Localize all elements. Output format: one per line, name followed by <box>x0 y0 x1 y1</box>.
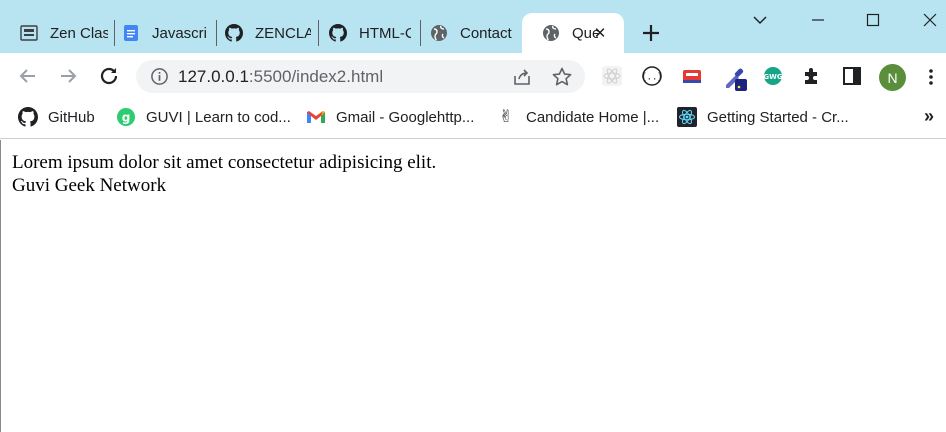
tab-title: ZENCLA <box>255 24 311 42</box>
bookmark-label: GitHub <box>48 108 95 126</box>
github-icon <box>225 24 243 42</box>
globe-icon <box>542 24 560 42</box>
share-icon[interactable] <box>511 66 533 88</box>
url-text[interactable]: 127.0.0.1:5500/index2.html <box>178 67 383 87</box>
bookmark-github[interactable]: GitHub <box>18 106 95 128</box>
new-tab-button[interactable] <box>638 20 664 46</box>
geekswithguvi-extension-icon[interactable]: GWG <box>762 65 784 87</box>
lorem-text: Lorem ipsum dolor sit amet consectetur a… <box>12 152 437 173</box>
maximize-icon <box>866 13 880 27</box>
svg-text:g: g <box>122 111 131 125</box>
side-panel-icon[interactable] <box>841 65 863 87</box>
reload-button[interactable] <box>96 63 122 89</box>
bookmark-label: Getting Started - Cr... <box>707 108 849 126</box>
plus-icon <box>643 25 659 41</box>
svg-text:GWG: GWG <box>763 73 782 81</box>
tab-title: Javascrip <box>152 24 208 42</box>
color-picker-extension-icon[interactable] <box>722 65 747 91</box>
arrow-right-icon <box>61 69 77 83</box>
guvi-icon: g <box>116 107 136 127</box>
close-tab-button[interactable]: ✕ <box>590 23 610 43</box>
tab-title: Contact <box>460 24 512 42</box>
info-icon[interactable] <box>150 67 169 86</box>
bookmark-label: GUVI | Learn to cod... <box>146 108 291 126</box>
menu-kebab-icon[interactable] <box>924 67 938 87</box>
github-icon <box>18 107 38 127</box>
tab-search-button[interactable] <box>748 8 772 32</box>
bookmark-candidate-home[interactable]: ✌ Candidate Home |... <box>496 106 659 128</box>
chevron-down-icon <box>753 16 767 25</box>
gmail-icon <box>306 107 326 127</box>
back-button[interactable] <box>15 63 41 89</box>
arrow-left-icon <box>19 69 35 83</box>
bookmarks-bar: GitHub g GUVI | Learn to cod... Gmail - … <box>0 99 946 139</box>
url-path: :5500/index2.html <box>248 67 384 86</box>
browser-toolbar: 127.0.0.1:5500/index2.html {..} GWG N <box>0 53 946 99</box>
extensions-puzzle-icon[interactable] <box>801 65 823 87</box>
close-window-button[interactable] <box>918 8 942 32</box>
page-viewport: Lorem ipsum dolor sit amet consectetur a… <box>0 140 946 432</box>
json-viewer-extension-icon[interactable]: {..} <box>641 65 663 87</box>
guvi-geek-network-text: Guvi Geek Network <box>12 175 167 196</box>
tab-javascript[interactable]: Javascrip <box>102 13 216 53</box>
docs-icon <box>122 24 140 42</box>
tab-contact[interactable]: Contact <box>410 13 522 53</box>
wappalyzer-extension-icon[interactable] <box>681 65 703 87</box>
tab-title: Zen Clas <box>50 24 108 42</box>
tab-que-active[interactable]: Que ✕ <box>522 13 624 53</box>
reload-icon <box>100 67 118 85</box>
profile-avatar[interactable]: N <box>879 64 906 91</box>
tab-zen-class[interactable]: Zen Clas <box>0 13 114 53</box>
tab-strip: Zen Clas Javascrip ZENCLA HTML-C Contact… <box>0 0 946 53</box>
bookmark-gmail[interactable]: Gmail - Googlehttp... <box>306 106 474 128</box>
github-icon <box>329 24 347 42</box>
victory-hand-icon: ✌ <box>498 107 514 127</box>
react-icon <box>677 107 697 127</box>
page-body: Lorem ipsum dolor sit amet consectetur a… <box>12 151 436 197</box>
tab-html-github[interactable]: HTML-C <box>309 13 421 53</box>
bookmark-label: Gmail - Googlehttp... <box>336 108 475 126</box>
bookmark-star-icon[interactable] <box>551 66 573 88</box>
url-host: 127.0.0.1 <box>178 67 249 86</box>
bookmark-label: Candidate Home |... <box>526 108 660 126</box>
minimize-button[interactable] <box>806 8 830 32</box>
svg-text:{..}: {..} <box>641 73 663 83</box>
close-icon <box>923 13 937 27</box>
minimize-icon <box>812 19 824 21</box>
tab-title: HTML-C <box>359 24 411 42</box>
globe-icon <box>430 24 448 42</box>
maximize-button[interactable] <box>861 8 885 32</box>
address-bar[interactable]: 127.0.0.1:5500/index2.html <box>136 60 585 93</box>
bookmark-getting-started[interactable]: Getting Started - Cr... <box>677 106 849 128</box>
react-devtools-extension-icon[interactable] <box>601 65 623 87</box>
bookmark-guvi[interactable]: g GUVI | Learn to cod... <box>116 106 291 128</box>
zen-class-icon <box>20 24 38 42</box>
tab-zenclass-github[interactable]: ZENCLA <box>205 13 319 53</box>
forward-button[interactable] <box>55 63 81 89</box>
bookmarks-overflow-button[interactable]: » <box>924 106 934 127</box>
